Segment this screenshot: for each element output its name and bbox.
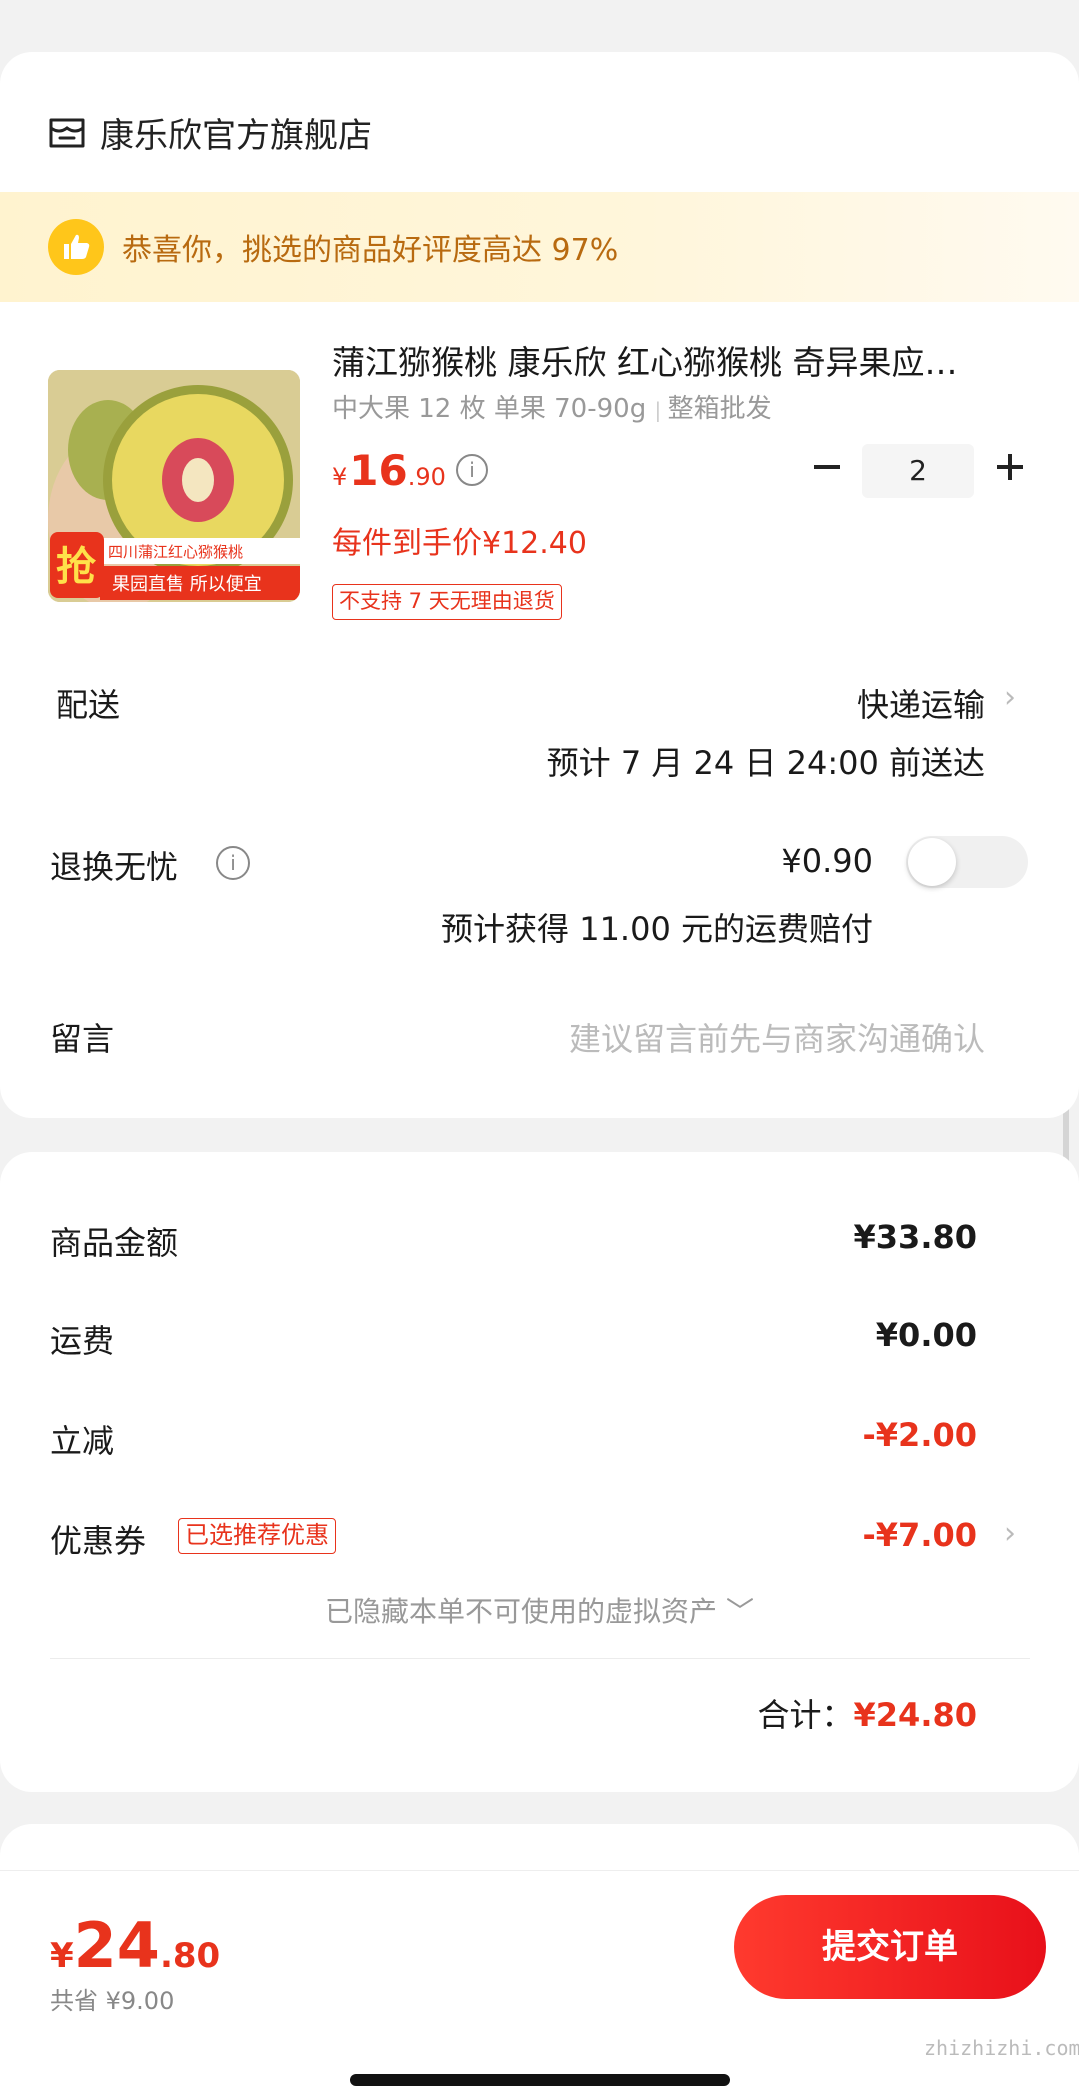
toggle-knob (908, 838, 956, 886)
checkout-bar: ¥ 24 .80 共省 ¥9.00 提交订单 (0, 1870, 1079, 2086)
praise-banner: 恭喜你，挑选的商品好评度高达 97% (0, 192, 1079, 302)
product-title[interactable]: 蒲江猕猴桃 康乐欣 红心猕猴桃 奇异果应… (332, 336, 1032, 384)
shipping-label: 运费 (50, 1322, 115, 1360)
return-info-icon[interactable]: i (216, 846, 250, 880)
return-worry-free-note: 预计获得 11.00 元的运费赔付 (441, 910, 873, 948)
price-symbol: ¥ (332, 463, 348, 491)
total-label: 合计： (757, 1696, 854, 1734)
checkout-price: ¥ 24 .80 (50, 1909, 220, 1982)
per-item-price: 每件到手价¥12.40 (332, 526, 587, 561)
store-icon (49, 118, 85, 147)
total-value: ¥24.80 (853, 1696, 977, 1734)
product-price: ¥ 16 .90 (332, 446, 446, 495)
watermark: zhizhizhi.com (924, 2036, 1079, 2060)
return-worry-free-label: 退换无忧 (50, 848, 179, 886)
delivery-eta: 预计 7 月 24 日 24:00 前送达 (546, 744, 985, 782)
total-saved: 共省 ¥9.00 (50, 1987, 175, 2015)
total-row: 合计：¥24.80 (758, 1690, 978, 1736)
delivery-method[interactable]: 快递运输 (857, 680, 985, 726)
image-badge-grab: 抢 (56, 544, 97, 590)
divider (50, 1658, 1030, 1659)
delivery-label: 配送 (56, 686, 121, 724)
order-item-card: 康乐欣官方旗舰店 恭喜你，挑选的商品好评度高达 97% 四川蒲江红心猕猴桃 果园… (0, 52, 1079, 1118)
store-name: 康乐欣官方旗舰店 (100, 116, 372, 156)
product-spec-main: 中大果 12 枚 单果 70-90g (332, 394, 647, 424)
goods-amount-label: 商品金额 (50, 1224, 179, 1262)
no-return-tag: 不支持 7 天无理由退货 (332, 584, 562, 620)
quantity-input[interactable]: 2 (862, 444, 974, 498)
price-decimal: .90 (407, 463, 446, 491)
submit-order-button[interactable]: 提交订单 (734, 1895, 1046, 1999)
coupon-value[interactable]: -¥7.00 (863, 1516, 978, 1554)
coupon-chevron-icon[interactable]: › (1004, 1516, 1016, 1551)
praise-text: 恭喜你，挑选的商品好评度高达 97% (122, 233, 619, 268)
chevron-right-icon[interactable]: › (1004, 680, 1016, 715)
checkout-price-symbol: ¥ (50, 1936, 74, 1976)
quantity-increase-button[interactable] (990, 447, 1030, 487)
home-indicator[interactable] (350, 2074, 730, 2086)
thumbs-up-icon (48, 219, 104, 275)
coupon-label: 优惠券 (50, 1522, 147, 1560)
product-image[interactable]: 四川蒲江红心猕猴桃 果园直售 所以便宜 抢 (48, 370, 300, 602)
store-header[interactable]: 康乐欣官方旗舰店 (48, 108, 372, 157)
shipping-value: ¥0.00 (875, 1316, 977, 1354)
price-info-icon[interactable]: i (456, 454, 488, 486)
return-worry-free-price: ¥0.90 (781, 842, 873, 880)
coupon-tag[interactable]: 已选推荐优惠 (178, 1518, 336, 1554)
discount-label: 立减 (50, 1422, 115, 1460)
goods-amount-value: ¥33.80 (853, 1218, 977, 1256)
price-integer: 16 (349, 446, 408, 495)
message-input[interactable]: 建议留言前先与商家沟通确认 (569, 1014, 985, 1060)
checkout-price-integer: 24 (73, 1909, 160, 1982)
checkout-price-decimal: .80 (159, 1936, 221, 1976)
hidden-assets-toggle[interactable]: 已隐藏本单不可使用的虚拟资产 ﹀ (0, 1590, 1079, 1630)
quantity-decrease-button[interactable] (806, 447, 846, 487)
product-spec-extra: 整箱批发 (667, 394, 772, 424)
image-badge-top: 四川蒲江红心猕猴桃 (108, 543, 243, 561)
message-label: 留言 (50, 1020, 115, 1058)
product-spec[interactable]: 中大果 12 枚 单果 70-90g | 整箱批发 (332, 388, 772, 425)
return-worry-free-toggle[interactable] (906, 836, 1028, 888)
image-badge-bottom: 果园直售 所以便宜 (112, 574, 262, 595)
discount-value: -¥2.00 (862, 1416, 978, 1454)
